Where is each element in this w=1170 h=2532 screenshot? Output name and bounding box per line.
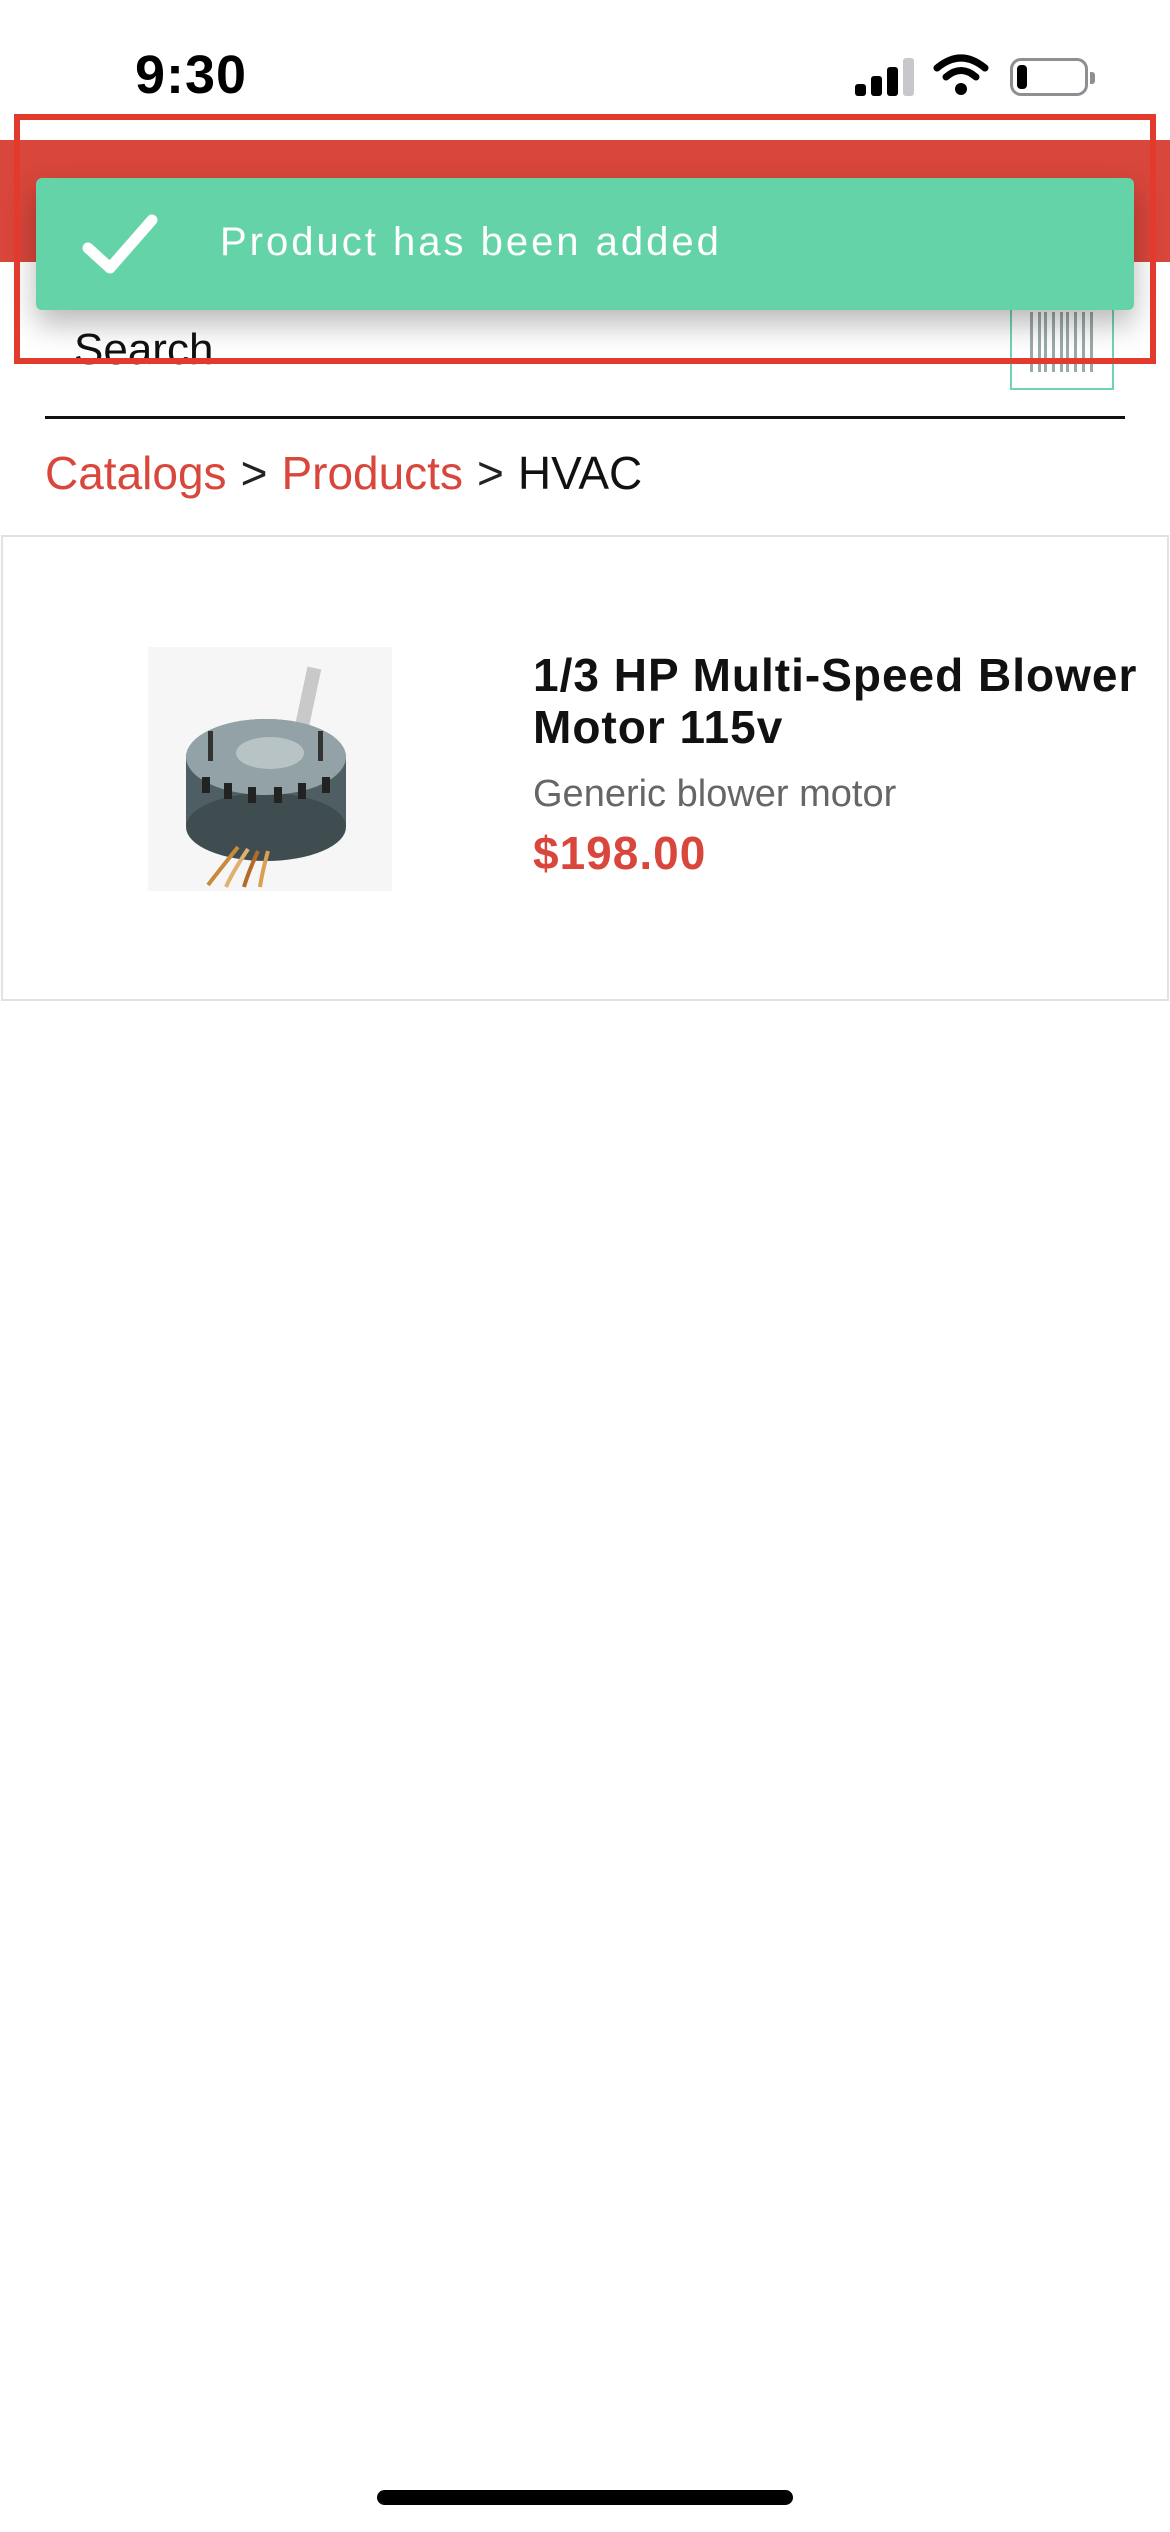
battery-icon: [1010, 58, 1095, 96]
status-bar: 9:30: [0, 0, 1170, 150]
breadcrumb-products[interactable]: Products: [281, 447, 463, 499]
status-time: 9:30: [135, 45, 248, 105]
product-price: $198.00: [533, 827, 707, 879]
barcode-scan-icon: [1026, 312, 1100, 372]
breadcrumb-separator: >: [476, 447, 504, 499]
checkmark-icon: [82, 214, 158, 274]
product-description: Generic blower motor: [533, 773, 897, 815]
breadcrumb-catalogs[interactable]: Catalogs: [45, 447, 227, 499]
cellular-signal-icon: [855, 58, 915, 96]
breadcrumb-current: HVAC: [517, 447, 643, 499]
breadcrumb: Catalogs > Products > HVAC: [45, 446, 642, 500]
search-input[interactable]: [74, 310, 974, 390]
screen: 9:30 Catalogs>Pro: [0, 0, 1170, 2532]
blower-motor-image: [148, 647, 392, 891]
product-card[interactable]: 1/3 HP Multi-Speed Blower Motor 115v Gen…: [1, 535, 1169, 1001]
breadcrumb-separator: >: [240, 447, 268, 499]
home-indicator[interactable]: [377, 2490, 793, 2505]
product-name: 1/3 HP Multi-Speed Blower Motor 115v: [533, 649, 1138, 753]
toast-message: Product has been added: [220, 220, 722, 264]
product-info: 1/3 HP Multi-Speed Blower Motor 115v Gen…: [533, 649, 1143, 880]
wifi-icon: [933, 54, 989, 95]
search-underline: [45, 416, 1125, 419]
success-toast[interactable]: Product has been added: [36, 178, 1134, 310]
battery-level: [1017, 65, 1027, 89]
